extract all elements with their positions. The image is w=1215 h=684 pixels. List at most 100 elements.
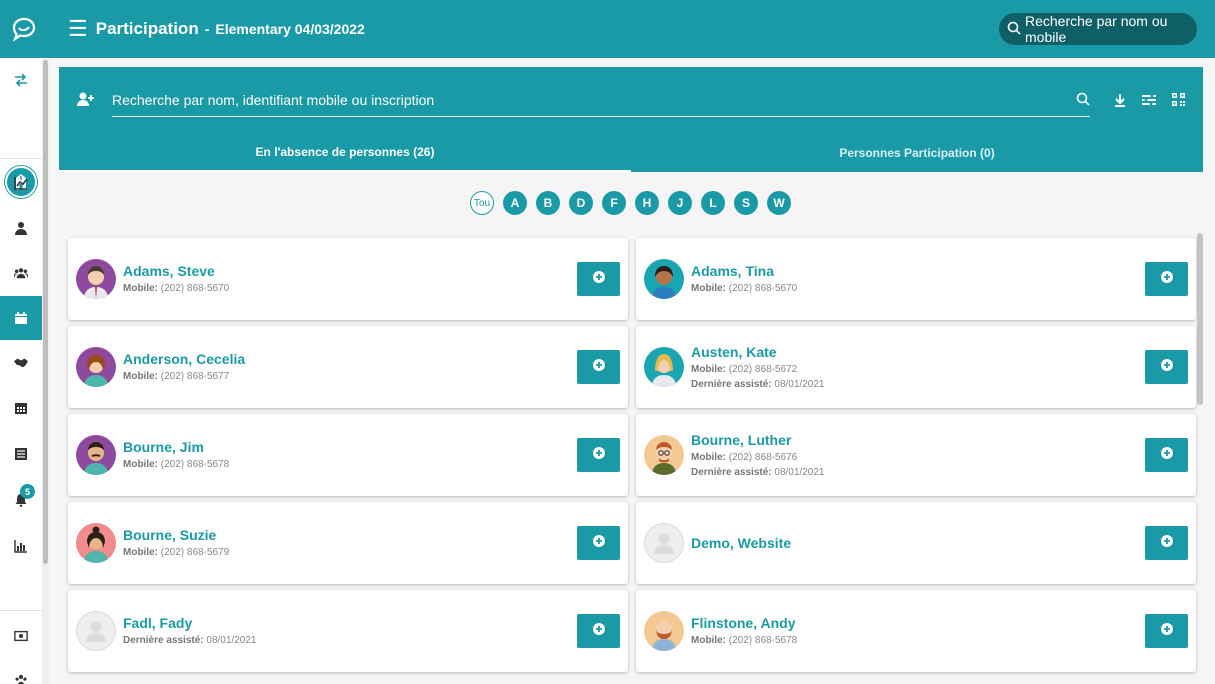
add-attendance-button[interactable] [577,350,620,384]
person-card[interactable]: Demo, Website [636,502,1196,584]
page-title: Participation [95,19,199,38]
mobile-value: (202) 868-5670 [728,283,798,294]
mobile-number: Mobile: (202) 868-5670 [123,283,229,294]
search-icon [1007,21,1021,38]
avatar [76,611,116,651]
mobile-label: Mobile: [691,364,726,375]
person-card[interactable]: Adams, Tina Mobile: (202) 868-5670 [636,238,1196,320]
person-name[interactable]: Anderson, Cecelia [123,351,245,367]
last-attended-label: Dernière assisté: [691,467,772,478]
bell-icon[interactable] [0,478,42,522]
add-attendance-button[interactable] [1145,262,1188,296]
member-search-field [112,85,1090,117]
person-name[interactable]: Bourne, Luther [691,432,791,448]
mobile-value: (202) 868-5679 [160,547,230,558]
group-icon[interactable] [0,251,42,295]
person-card[interactable]: Fadl, Fady Dernière assisté: 08/01/2021 [68,590,628,672]
mobile-value: (202) 868-5678 [160,459,230,470]
letter-filter[interactable]: W [767,191,791,215]
add-attendance-button[interactable] [577,614,620,648]
add-circle-icon [1160,622,1173,640]
app-logo-icon[interactable] [0,0,48,58]
person-name[interactable]: Adams, Tina [691,263,774,279]
add-circle-icon [592,270,605,288]
tab-participation[interactable]: Personnes Participation (0) [631,133,1203,172]
add-attendance-button[interactable] [577,526,620,560]
mobile-value: (202) 868-5670 [160,283,230,294]
person-name[interactable]: Bourne, Suzie [123,527,216,543]
add-circle-icon [1160,270,1173,288]
avatar [76,347,116,387]
mobile-value: (202) 868-5676 [728,452,798,463]
download-icon[interactable] [1114,93,1126,112]
person-name[interactable]: Austen, Kate [691,344,777,360]
calendar-grid-icon[interactable] [0,386,42,430]
letter-filter[interactable]: S [734,191,758,215]
sidebar-scrollbar[interactable] [42,58,49,684]
person-name[interactable]: Adams, Steve [123,263,215,279]
person-card[interactable]: Austen, Kate Mobile: (202) 868-5672 Derniè… [636,326,1196,408]
add-attendance-button[interactable] [1145,438,1188,472]
add-attendance-button[interactable] [1145,350,1188,384]
add-circle-icon [592,622,605,640]
left-sidebar [0,58,42,684]
filter-list-icon[interactable] [1142,93,1156,111]
person-name[interactable]: Demo, Website [691,535,791,551]
member-search-input[interactable] [112,85,1090,115]
bar-chart-icon[interactable] [0,524,42,568]
search-icon[interactable] [1076,92,1090,111]
add-circle-icon [592,446,605,464]
add-circle-icon [592,358,605,376]
add-attendance-button[interactable] [577,262,620,296]
handshake-icon[interactable] [0,341,42,385]
tab-absent[interactable]: En l'absence de personnes (26) [59,133,631,172]
global-search-placeholder: Recherche par nom ou mobile [1025,13,1168,45]
avatar [76,435,116,475]
qr-code-icon[interactable] [1172,93,1185,111]
add-attendance-button[interactable] [1145,614,1188,648]
mobile-value: (202) 868-5672 [728,364,798,375]
mobile-label: Mobile: [123,283,158,294]
letter-filter[interactable]: D [569,191,593,215]
person-name[interactable]: Fadl, Fady [123,615,192,631]
mobile-value: (202) 868-5678 [728,635,798,646]
page-subtitle: Elementary 04/03/2022 [215,21,365,37]
person-card[interactable]: Anderson, Cecelia Mobile: (202) 868-5677 [68,326,628,408]
letter-filter[interactable]: B [536,191,560,215]
hamburger-menu-icon[interactable]: ☰ [68,16,88,42]
person-card[interactable]: Bourne, Jim Mobile: (202) 868-5678 [68,414,628,496]
swap-icon[interactable] [0,58,42,102]
users-icon[interactable] [0,658,42,684]
letter-filter-all[interactable]: Tou [470,191,494,215]
list-icon[interactable] [0,432,42,476]
alphabet-filter: Tou A B D F H J L S W [470,191,800,217]
main-scrollbar[interactable] [1197,233,1203,405]
letter-filter[interactable]: J [668,191,692,215]
mobile-number: Mobile: (202) 868-5676 [691,452,797,463]
letter-filter[interactable]: F [602,191,626,215]
person-name[interactable]: Flinstone, Andy [691,615,795,631]
mobile-value: (202) 868-5677 [160,371,230,382]
person-name[interactable]: Bourne, Jim [123,439,204,455]
add-person-icon[interactable] [77,91,95,112]
letter-filter[interactable]: H [635,191,659,215]
mobile-label: Mobile: [691,452,726,463]
add-circle-icon [1160,446,1173,464]
search-panel: En l'absence de personnes (26) Personnes… [59,67,1203,172]
add-attendance-button[interactable] [577,438,620,472]
mobile-number: Mobile: (202) 868-5670 [691,283,797,294]
person-icon[interactable] [0,206,42,250]
add-attendance-button[interactable] [1145,526,1188,560]
calendar-icon[interactable] [0,296,42,340]
trend-icon[interactable] [0,161,42,205]
add-circle-icon [1160,534,1173,552]
money-icon[interactable] [0,614,42,658]
person-card[interactable]: Flinstone, Andy Mobile: (202) 868-5678 [636,590,1196,672]
letter-filter[interactable]: A [503,191,527,215]
person-card[interactable]: Adams, Steve Mobile: (202) 868-5670 [68,238,628,320]
last-attended-value: 08/01/2021 [774,467,825,478]
person-card[interactable]: Bourne, Suzie Mobile: (202) 868-5679 [68,502,628,584]
global-search-field[interactable]: Recherche par nom ou mobile [999,13,1197,45]
person-card[interactable]: Bourne, Luther Mobile: (202) 868-5676 Dern… [636,414,1196,496]
letter-filter[interactable]: L [701,191,725,215]
